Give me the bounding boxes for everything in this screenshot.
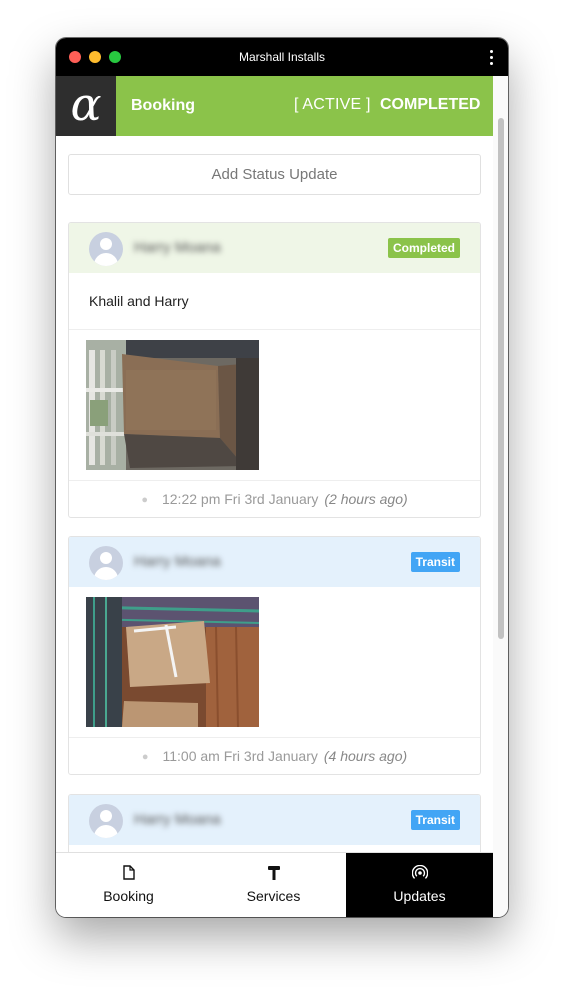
scrollbar-thumb[interactable] [498,118,504,639]
location-pin-icon: ● [141,751,149,763]
status-badge: Transit [410,810,460,830]
nav-updates[interactable]: Updates [346,853,493,917]
app-window: Marshall Installs α Booking [ ACTIVE ] C… [56,38,508,917]
app-header: α Booking [ ACTIVE ] COMPLETED [56,76,493,136]
update-card: Harry Moana Transit [68,794,481,853]
update-card-header: Harry Moana Transit [69,795,480,845]
window-title: Marshall Installs [238,50,326,64]
author-name: Harry Moana [134,239,221,256]
bottom-navigation: Booking Services Updates [56,852,493,917]
page-title: Booking [131,97,195,114]
tab-completed[interactable]: COMPLETED [380,76,480,134]
nav-services[interactable]: Services [201,853,346,917]
nav-booking[interactable]: Booking [56,853,201,917]
update-card-header: Harry Moana Completed [69,223,480,273]
update-card-header: Harry Moana Transit [69,537,480,587]
update-card: Harry Moana Completed Khalil and Harry ●… [68,222,481,518]
author-name: Harry Moana [134,553,221,570]
title-bar: Marshall Installs [56,38,508,76]
add-status-update-button[interactable]: Add Status Update [68,154,481,195]
location-pin-icon: ● [141,494,148,506]
broadcast-icon [346,864,493,881]
app-logo: α [56,76,116,136]
more-options-icon[interactable] [490,50,494,66]
author-name: Harry Moana [134,811,221,828]
scrollbar[interactable] [493,76,508,917]
hammer-icon [201,865,346,881]
update-photo[interactable] [86,597,259,727]
document-icon [56,865,201,881]
tab-active[interactable]: [ ACTIVE ] [294,76,371,134]
update-timestamp: ● 11:00 am Fri 3rd January (4 hours ago) [69,737,480,774]
avatar [89,804,123,838]
update-card: Harry Moana Transit [68,536,481,775]
update-note: Khalil and Harry [69,273,480,330]
update-photo[interactable] [86,340,259,470]
status-badge: Transit [410,552,460,572]
avatar [89,232,123,266]
update-timestamp: ● 12:22 pm Fri 3rd January (2 hours ago) [69,480,480,517]
status-badge: Completed [387,238,460,258]
avatar [89,546,123,580]
updates-feed[interactable]: Add Status Update Harry Moana Completed … [56,136,493,853]
